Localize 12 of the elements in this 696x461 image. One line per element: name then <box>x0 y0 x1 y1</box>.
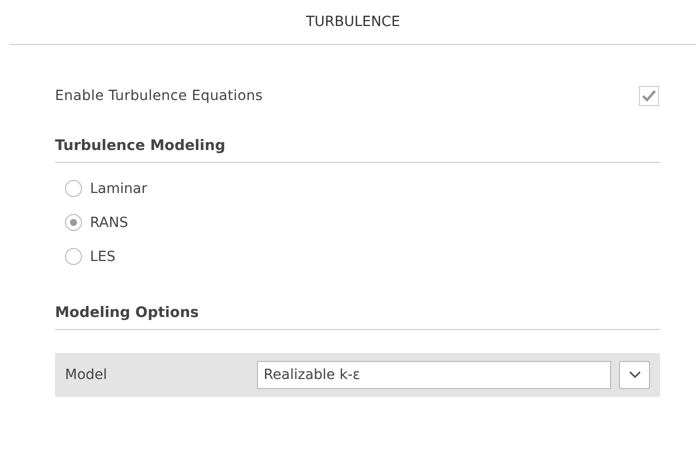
radio-option[interactable]: RANS <box>65 214 128 231</box>
radio-option[interactable]: Laminar <box>65 180 148 197</box>
radio-option[interactable]: LES <box>65 248 116 265</box>
field-label: Model <box>65 367 108 383</box>
panel-title: TURBULENCE <box>306 14 400 30</box>
section-heading: Modeling Options <box>55 305 660 330</box>
chevron-icon <box>628 371 641 379</box>
enable-checkbox[interactable] <box>639 86 659 106</box>
dropdown-button[interactable] <box>619 361 650 389</box>
section-heading: Turbulence Modeling <box>55 138 660 163</box>
enable-label: Enable Turbulence Equations <box>55 88 263 104</box>
model-select-field[interactable]: Realizable k-ε <box>256 361 612 389</box>
